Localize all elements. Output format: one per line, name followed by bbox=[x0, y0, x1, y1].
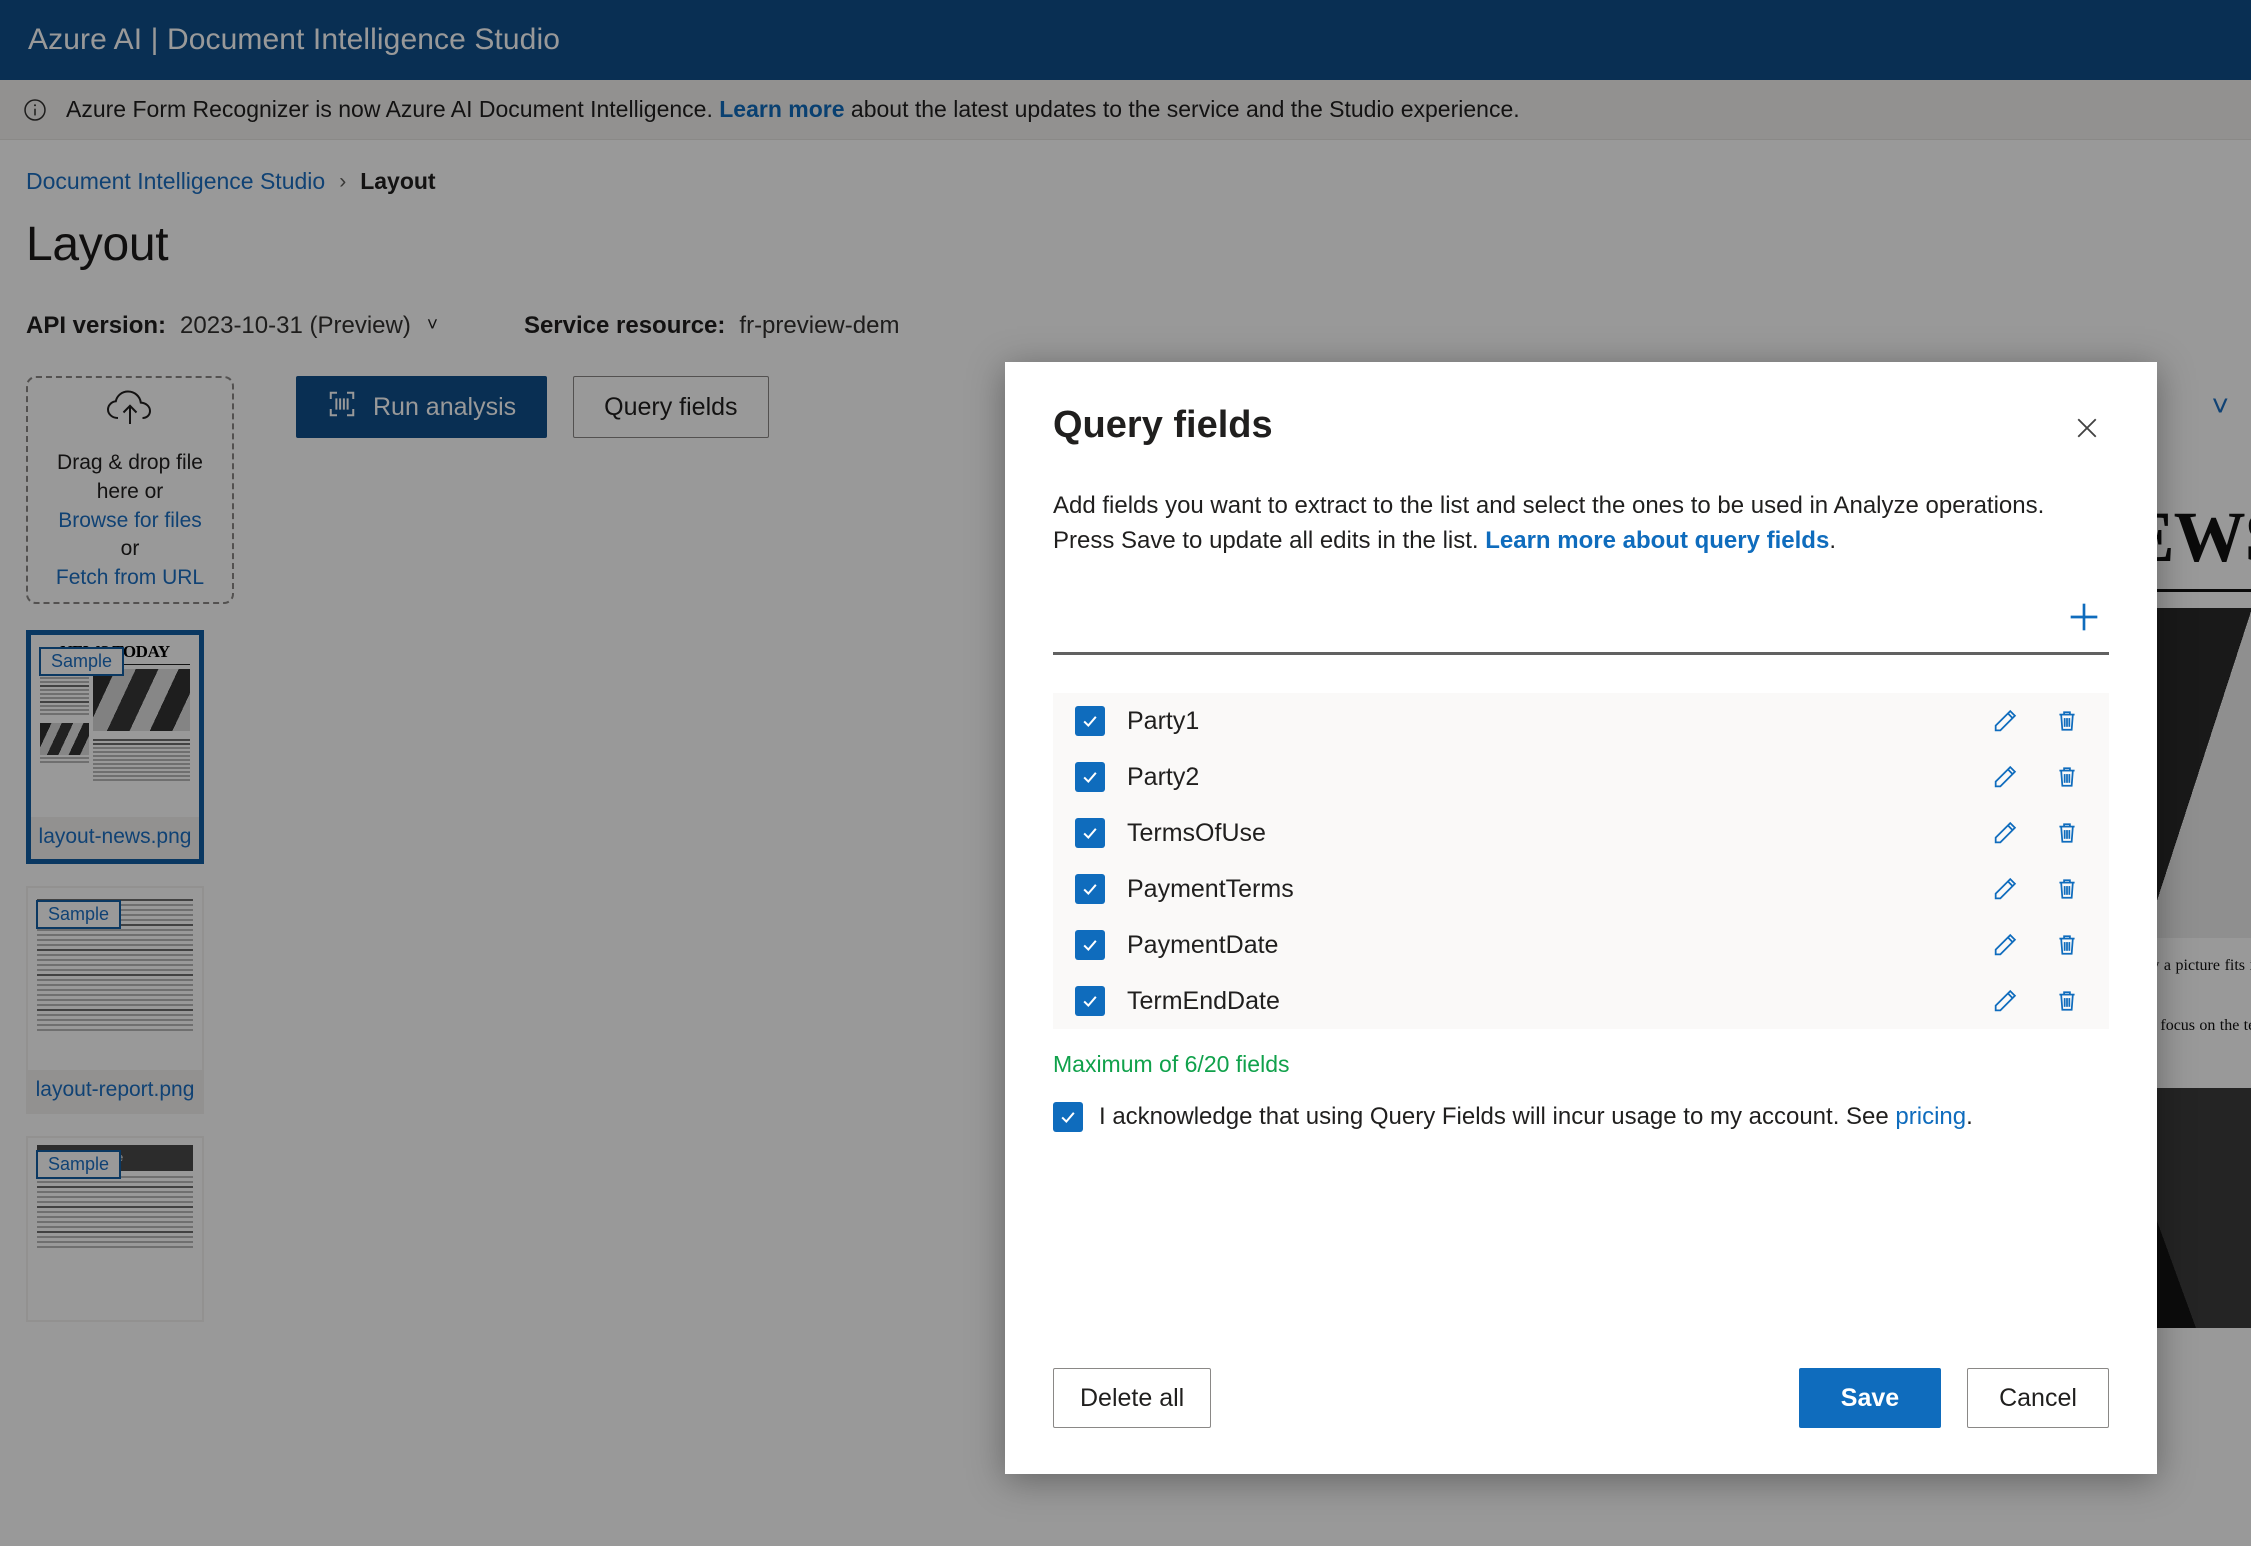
add-field-row bbox=[1053, 592, 2109, 656]
acknowledge-text-after: . bbox=[1966, 1103, 1973, 1131]
field-checkbox[interactable] bbox=[1075, 762, 1105, 793]
query-fields-learn-more-link[interactable]: Learn more about query fields bbox=[1485, 527, 1829, 554]
pencil-icon[interactable] bbox=[1985, 981, 2025, 1021]
field-name: Party2 bbox=[1127, 762, 1200, 791]
field-name: TermEndDate bbox=[1127, 986, 1280, 1015]
trash-icon[interactable] bbox=[2047, 813, 2087, 853]
field-row[interactable]: TermEndDate bbox=[1053, 973, 2109, 1029]
pencil-icon[interactable] bbox=[1985, 701, 2025, 741]
delete-all-button[interactable]: Delete all bbox=[1053, 1368, 1212, 1428]
field-list: Party1 Party2 TermsOfUse PaymentTerms Pa… bbox=[1053, 693, 2109, 1030]
acknowledge-row: I acknowledge that using Query Fields wi… bbox=[1053, 1102, 2109, 1133]
dialog-description: Add fields you want to extract to the li… bbox=[1053, 488, 2093, 558]
max-fields-text: Maximum of 6/20 fields bbox=[1053, 1051, 1290, 1078]
save-button[interactable]: Save bbox=[1799, 1368, 1941, 1428]
field-name: Party1 bbox=[1127, 706, 1200, 735]
pencil-icon[interactable] bbox=[1985, 869, 2025, 909]
dialog-header: Query fields bbox=[1053, 362, 2109, 450]
trash-icon[interactable] bbox=[2047, 925, 2087, 965]
pencil-icon[interactable] bbox=[1985, 813, 2025, 853]
trash-icon[interactable] bbox=[2047, 869, 2087, 909]
trash-icon[interactable] bbox=[2047, 981, 2087, 1021]
field-name: TermsOfUse bbox=[1127, 818, 1266, 847]
dialog-description-after: . bbox=[1829, 527, 1836, 555]
acknowledge-text-before: I acknowledge that using Query Fields wi… bbox=[1099, 1103, 1896, 1131]
field-row[interactable]: PaymentTerms bbox=[1053, 861, 2109, 917]
trash-icon[interactable] bbox=[2047, 757, 2087, 797]
pencil-icon[interactable] bbox=[1985, 925, 2025, 965]
field-row[interactable]: Party2 bbox=[1053, 749, 2109, 805]
field-row[interactable]: Party1 bbox=[1053, 693, 2109, 749]
query-fields-dialog: Query fields Add fields you want to extr… bbox=[1005, 362, 2157, 1474]
field-name: PaymentDate bbox=[1127, 930, 1279, 959]
field-checkbox[interactable] bbox=[1075, 874, 1105, 905]
dialog-footer: Delete all Save Cancel bbox=[1053, 1368, 2109, 1474]
acknowledge-checkbox[interactable] bbox=[1053, 1102, 1083, 1133]
field-checkbox[interactable] bbox=[1075, 818, 1105, 849]
pricing-link[interactable]: pricing bbox=[1895, 1103, 1966, 1130]
pencil-icon[interactable] bbox=[1985, 757, 2025, 797]
plus-icon[interactable] bbox=[2059, 592, 2109, 642]
cancel-button[interactable]: Cancel bbox=[1967, 1368, 2109, 1428]
field-checkbox[interactable] bbox=[1075, 930, 1105, 961]
trash-icon[interactable] bbox=[2047, 701, 2087, 741]
field-checkbox[interactable] bbox=[1075, 986, 1105, 1017]
field-name: PaymentTerms bbox=[1127, 874, 1294, 903]
close-icon[interactable] bbox=[2065, 406, 2109, 450]
acknowledge-text: I acknowledge that using Query Fields wi… bbox=[1099, 1103, 1973, 1131]
dialog-title: Query fields bbox=[1053, 404, 1273, 446]
field-checkbox[interactable] bbox=[1075, 706, 1105, 737]
field-row[interactable]: PaymentDate bbox=[1053, 917, 2109, 973]
field-row[interactable]: TermsOfUse bbox=[1053, 805, 2109, 861]
